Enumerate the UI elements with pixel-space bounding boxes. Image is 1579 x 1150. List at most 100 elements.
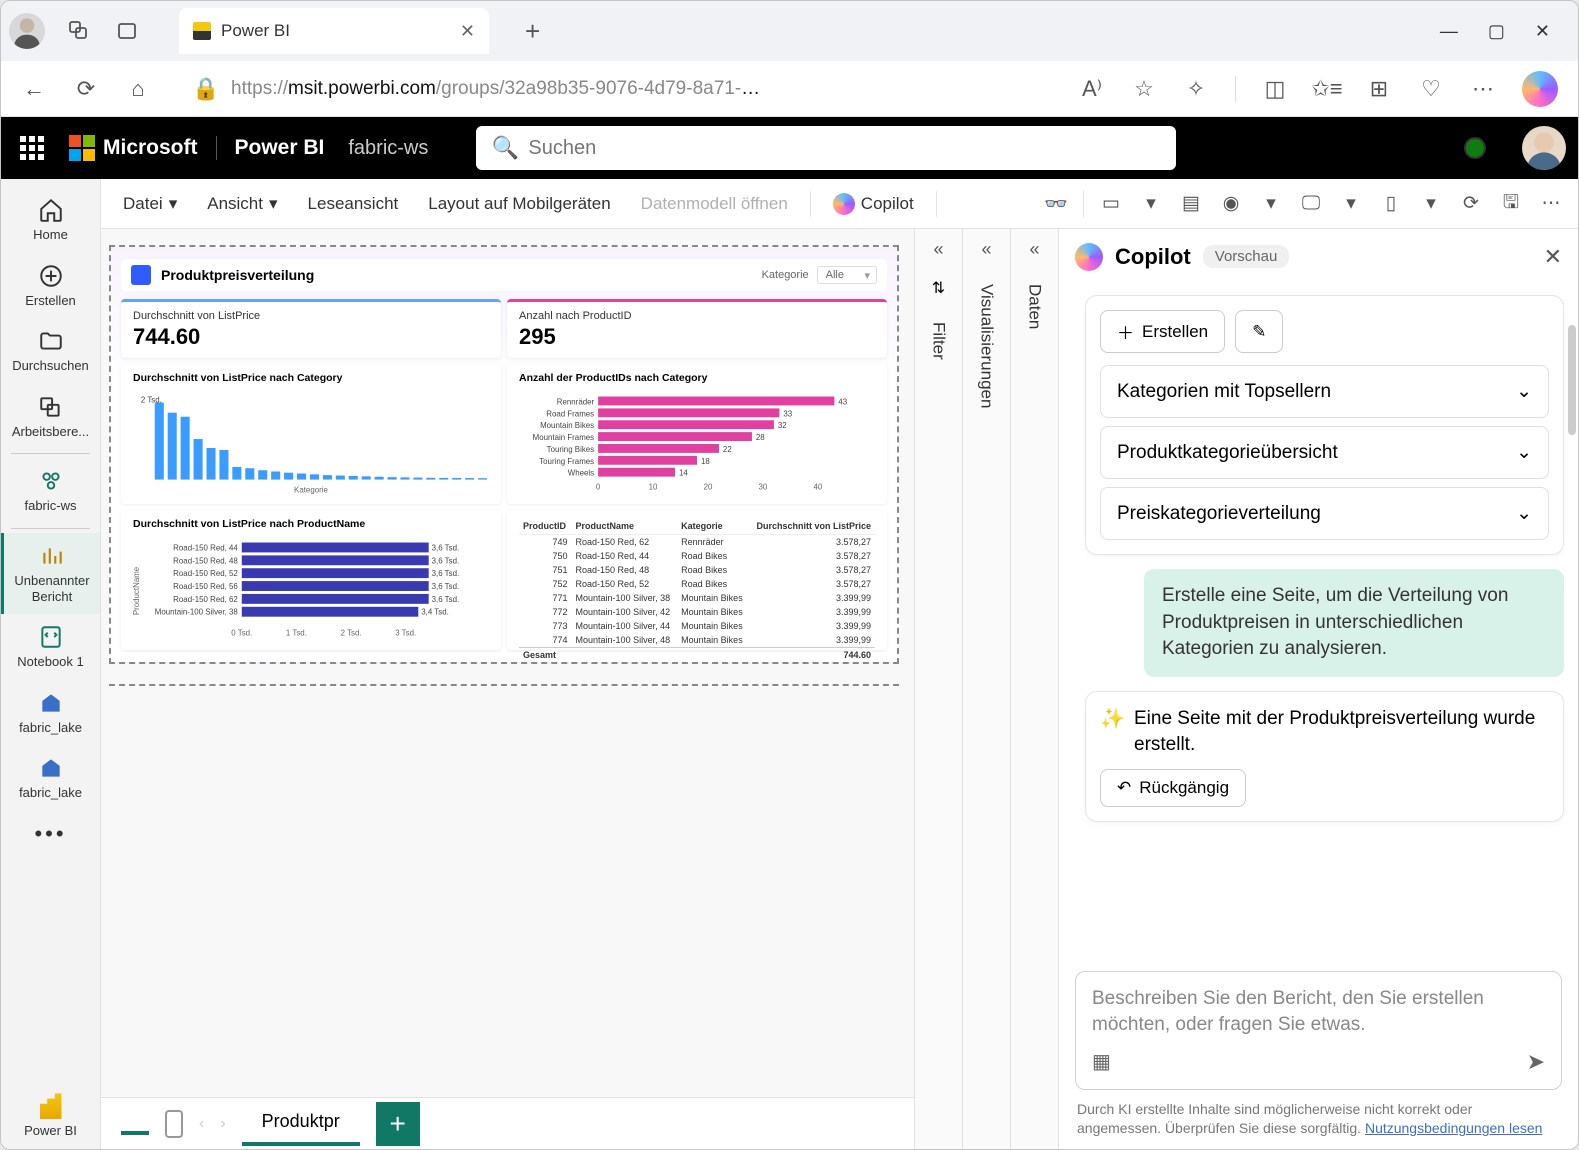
close-icon[interactable]: ✕: [460, 21, 475, 42]
report-page[interactable]: Produktpreisverteilung Kategorie Alle Du…: [109, 245, 899, 664]
explore-icon[interactable]: 👓: [1043, 191, 1069, 217]
presence-indicator[interactable]: [1464, 137, 1486, 159]
more-icon[interactable]: ⋯: [1470, 76, 1496, 102]
add-page-button[interactable]: +: [376, 1102, 420, 1146]
url-box[interactable]: 🔒 https://msit.powerbi.com/groups/32a98b…: [177, 69, 777, 109]
nav-more[interactable]: •••: [1, 811, 100, 861]
user-avatar[interactable]: [1522, 126, 1566, 170]
nav-fabric-ws[interactable]: fabric-ws: [1, 458, 100, 524]
visual-icon[interactable]: 🖵: [1298, 191, 1324, 217]
chart-count-by-category[interactable]: Anzahl der ProductIDs nach Category Renn…: [507, 364, 887, 504]
table-row[interactable]: 750Road-150 Red, 44Road Bikes3.578,27: [519, 549, 875, 563]
product-table[interactable]: ProductID ProductName Kategorie Durchsch…: [507, 510, 887, 650]
ribbon-mobile[interactable]: Layout auf Mobilgeräten: [420, 188, 618, 220]
buttons-icon[interactable]: ◉: [1218, 191, 1244, 217]
chart-avg-by-product[interactable]: Durchschnitt von ListPrice nach ProductN…: [121, 510, 501, 650]
text-box-icon[interactable]: ▭: [1098, 191, 1124, 217]
filter-pane[interactable]: « ⇅ Filter: [914, 229, 962, 1149]
home-button[interactable]: ⌂: [125, 76, 151, 102]
create-button[interactable]: ＋Erstellen: [1100, 310, 1225, 353]
close-window-button[interactable]: ✕: [1535, 21, 1550, 42]
nav-report[interactable]: Unbenannter Bericht: [1, 533, 100, 614]
category-slicer[interactable]: Kategorie Alle: [762, 266, 877, 284]
visualizations-pane[interactable]: « Visualisierungen: [962, 229, 1010, 1149]
data-pane[interactable]: « Daten: [1010, 229, 1058, 1149]
nav-powerbi-switch[interactable]: Power BI: [1, 1083, 100, 1149]
table-row[interactable]: 771Mountain-100 Silver, 38Mountain Bikes…: [519, 591, 875, 605]
new-tab-button[interactable]: +: [525, 16, 540, 47]
table-row[interactable]: 774Mountain-100 Silver, 48Mountain Bikes…: [519, 633, 875, 648]
chart-avg-by-category[interactable]: Durchschnitt von ListPrice nach Category…: [121, 364, 501, 504]
copilot-browser-icon[interactable]: [1522, 71, 1558, 107]
tab-title: Power BI: [221, 21, 450, 41]
kpi-avg-listprice[interactable]: Durchschnitt von ListPrice 744.60: [121, 299, 501, 358]
save-icon[interactable]: 🖫: [1498, 191, 1524, 217]
app-name[interactable]: Power BI: [216, 136, 325, 160]
read-aloud-icon[interactable]: A⁾: [1079, 76, 1105, 102]
maximize-button[interactable]: ▢: [1488, 21, 1505, 42]
profile-avatar[interactable]: [9, 13, 45, 49]
refresh-icon[interactable]: ⟳: [1458, 191, 1484, 217]
chevron-down-icon[interactable]: ▾: [1418, 191, 1444, 217]
collections-icon[interactable]: ⊞: [1366, 76, 1392, 102]
more-icon[interactable]: ⋯: [1538, 191, 1564, 217]
edit-button[interactable]: ✎: [1235, 310, 1283, 353]
suggestion-topsellers[interactable]: Kategorien mit Topsellern⌄: [1100, 365, 1549, 418]
table-row[interactable]: 773Mountain-100 Silver, 44Mountain Bikes…: [519, 619, 875, 633]
ribbon-view[interactable]: Ansicht ▾: [199, 188, 285, 220]
chevron-down-icon[interactable]: ▾: [1138, 191, 1164, 217]
search-input[interactable]: [528, 137, 1160, 160]
nav-notebook[interactable]: Notebook 1: [1, 614, 100, 680]
suggestion-price-distribution[interactable]: Preiskategorieverteilung⌄: [1100, 487, 1549, 540]
table-row[interactable]: 749Road-150 Red, 62Rennräder3.578,27: [519, 535, 875, 550]
chevron-down-icon[interactable]: ▾: [1258, 191, 1284, 217]
copilot-icon: [1075, 243, 1103, 271]
expand-icon[interactable]: «: [981, 239, 991, 260]
nav-create[interactable]: Erstellen: [1, 253, 100, 319]
table-row[interactable]: 751Road-150 Red, 48Road Bikes3.578,27: [519, 563, 875, 577]
favorites-bar-icon[interactable]: ✩≡: [1314, 76, 1340, 102]
page-tab[interactable]: Produktpr: [242, 1102, 360, 1146]
workspace-name[interactable]: fabric-ws: [348, 137, 428, 160]
suggestion-category-overview[interactable]: Produktkategorieübersicht⌄: [1100, 426, 1549, 479]
shapes-icon[interactable]: ▤: [1178, 191, 1204, 217]
search-box[interactable]: 🔍: [476, 126, 1176, 170]
extensions-icon[interactable]: ✧: [1183, 76, 1209, 102]
nav-lakehouse1[interactable]: fabric_lake: [1, 680, 100, 746]
undo-button[interactable]: ↶Rückgängig: [1100, 769, 1246, 807]
browser-tab[interactable]: Power BI ✕: [179, 8, 489, 54]
mobile-view-icon[interactable]: [165, 1110, 183, 1138]
health-icon[interactable]: ♡: [1418, 76, 1444, 102]
nav-lakehouse2[interactable]: fabric_lake: [1, 745, 100, 811]
minimize-button[interactable]: —: [1440, 21, 1458, 42]
terms-link[interactable]: Nutzungsbedingungen lesen: [1365, 1120, 1542, 1136]
scrollbar-thumb[interactable]: [1568, 325, 1576, 435]
favorite-icon[interactable]: ☆: [1131, 76, 1157, 102]
nav-browse[interactable]: Durchsuchen: [1, 318, 100, 384]
workspaces-icon[interactable]: [65, 17, 93, 45]
table-row[interactable]: 772Mountain-100 Silver, 42Mountain Bikes…: [519, 605, 875, 619]
expand-icon[interactable]: «: [933, 239, 943, 260]
data-icon[interactable]: ▦: [1092, 1049, 1111, 1074]
nav-home[interactable]: Home: [1, 187, 100, 253]
back-button[interactable]: ←: [21, 76, 47, 102]
tab-actions-icon[interactable]: [113, 17, 141, 45]
prev-page-icon[interactable]: ‹: [199, 1115, 204, 1133]
split-screen-icon[interactable]: ◫: [1262, 76, 1288, 102]
nav-workspaces[interactable]: Arbeitsbere...: [1, 384, 100, 450]
refresh-button[interactable]: ⟳: [73, 76, 99, 102]
ribbon-file[interactable]: Datei ▾: [115, 188, 185, 220]
chevron-down-icon[interactable]: ▾: [1338, 191, 1364, 217]
expand-icon[interactable]: «: [1029, 239, 1039, 260]
page-icon[interactable]: ▯: [1378, 191, 1404, 217]
table-row[interactable]: 752Road-150 Red, 52Road Bikes3.578,27: [519, 577, 875, 591]
next-page-icon[interactable]: ›: [220, 1115, 225, 1133]
close-icon[interactable]: ✕: [1544, 244, 1562, 270]
ribbon-copilot[interactable]: Copilot: [825, 187, 922, 221]
app-launcher-icon[interactable]: [13, 129, 51, 167]
ribbon-reading[interactable]: Leseansicht: [300, 188, 407, 220]
kpi-product-count[interactable]: Anzahl nach ProductID 295: [507, 299, 887, 358]
copilot-input[interactable]: Beschreiben Sie den Bericht, den Sie ers…: [1075, 971, 1562, 1090]
desktop-view-icon[interactable]: [121, 1113, 149, 1135]
send-icon[interactable]: ➤: [1527, 1049, 1545, 1075]
